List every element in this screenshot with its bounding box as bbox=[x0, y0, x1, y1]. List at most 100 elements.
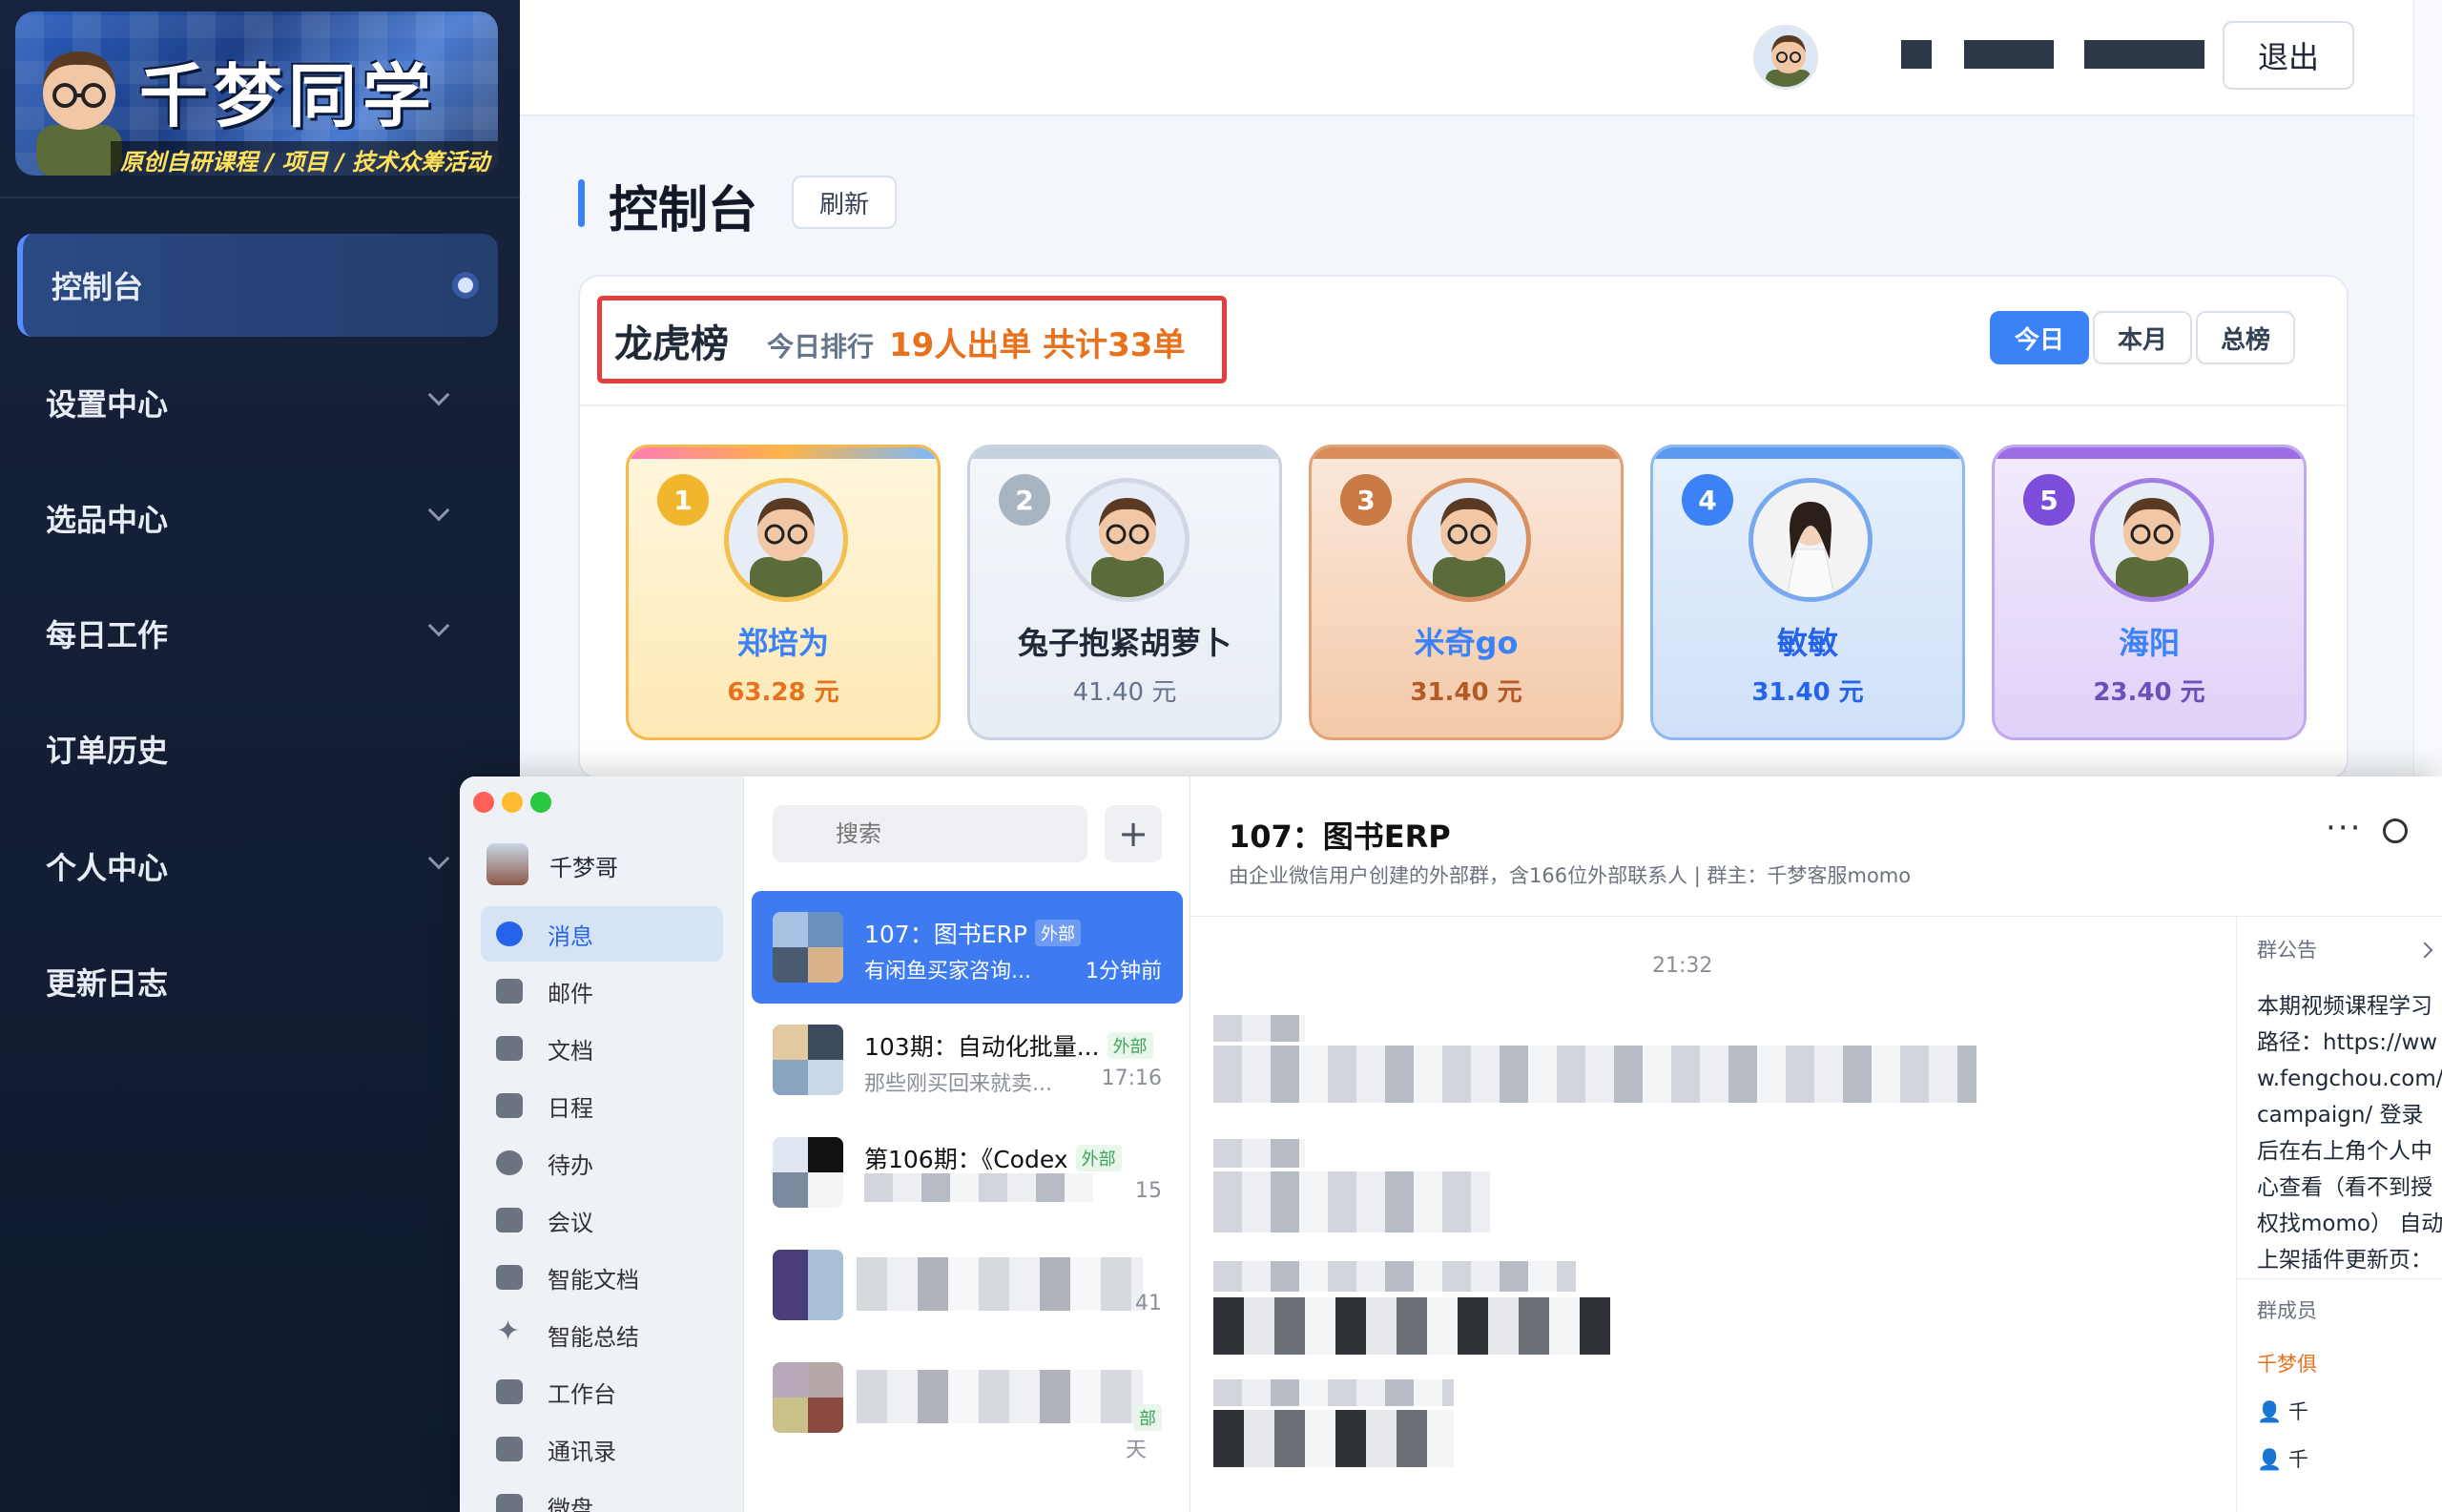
conversation-item[interactable]: 103期：自动化批量... 外部 那些刚买回来就卖... 17:16 bbox=[752, 1004, 1183, 1116]
menu-label: 智能总结 bbox=[548, 1323, 639, 1351]
rank-card-1[interactable]: 1 郑培为 63.28 元 bbox=[626, 445, 941, 740]
more-options-icon[interactable]: ··· bbox=[2326, 809, 2362, 847]
chat-panel: 107：图书ERP 由企业微信用户创建的外部群，含166位外部联系人 | 群主：… bbox=[1190, 777, 2442, 1512]
redacted-username bbox=[1901, 40, 1932, 69]
rank-amount: 31.40 元 bbox=[1410, 678, 1522, 707]
sidebar: 千梦同学 原创自研课程 / 项目 / 技术众筹活动 控制台 设置中心 选品中心 … bbox=[0, 0, 520, 1512]
menu-smart-summary[interactable]: ✦ 智能总结 bbox=[481, 1307, 723, 1362]
tab-today[interactable]: 今日 bbox=[1990, 311, 2090, 364]
person-icon: 👤 bbox=[2257, 1400, 2283, 1423]
chevron-down-icon bbox=[427, 499, 450, 522]
menu-label: 消息 bbox=[548, 922, 593, 950]
rank-amount: 23.40 元 bbox=[2093, 678, 2205, 707]
minimize-window-icon[interactable] bbox=[502, 792, 523, 813]
leaderboard-panel: 龙虎榜 今日排行 19人出单 共计33单 今日 本月 总榜 1 郑培为 63.2… bbox=[578, 275, 2349, 780]
rank-card-5[interactable]: 5 海阳 23.40 元 bbox=[1992, 445, 2307, 740]
menu-workbench[interactable]: 工作台 bbox=[481, 1364, 723, 1419]
logout-button[interactable]: 退出 bbox=[2223, 21, 2354, 90]
menu-contacts[interactable]: 通讯录 bbox=[481, 1421, 723, 1477]
check-circle-icon bbox=[496, 1150, 523, 1175]
redacted-avatar bbox=[1213, 1139, 1305, 1168]
rank-amount: 41.40 元 bbox=[1072, 678, 1177, 707]
menu-meeting[interactable]: 会议 bbox=[481, 1192, 723, 1248]
menu-drive[interactable]: 微盘 bbox=[481, 1479, 723, 1512]
maximize-window-icon[interactable] bbox=[530, 792, 551, 813]
external-tag: 外部 bbox=[1034, 920, 1081, 946]
chevron-down-icon bbox=[427, 614, 450, 637]
avatar bbox=[1066, 478, 1190, 602]
member-name[interactable]: 千梦俱 bbox=[2257, 1349, 2317, 1377]
close-window-icon[interactable] bbox=[473, 792, 494, 813]
grid-icon bbox=[496, 1379, 523, 1404]
menu-label: 邮件 bbox=[548, 980, 593, 1007]
sidebar-item-label: 更新日志 bbox=[46, 965, 169, 1002]
avatar bbox=[2090, 478, 2214, 602]
menu-label: 待办 bbox=[548, 1151, 593, 1179]
add-button[interactable]: + bbox=[1105, 805, 1162, 862]
menu-calendar[interactable]: 日程 bbox=[481, 1078, 723, 1133]
card-strip bbox=[1312, 447, 1621, 459]
chat-description: 由企业微信用户创建的外部群，含166位外部联系人 | 群主：千梦客服momo bbox=[1229, 864, 1912, 887]
sidebar-item-label: 个人中心 bbox=[46, 850, 169, 886]
avatar bbox=[1407, 478, 1531, 602]
rank-card-3[interactable]: 3 米奇go 31.40 元 bbox=[1309, 445, 1624, 740]
members-label: 群成员 bbox=[2257, 1299, 2317, 1322]
tab-this-month[interactable]: 本月 bbox=[2093, 311, 2193, 364]
redacted-content bbox=[857, 1370, 1143, 1423]
card-strip bbox=[1995, 447, 2304, 459]
sidebar-item-product-selection[interactable]: 选品中心 bbox=[17, 466, 498, 570]
conversation-time: 41 bbox=[1135, 1292, 1162, 1315]
external-tag: 外部 bbox=[1107, 1032, 1153, 1059]
group-avatar bbox=[773, 1250, 843, 1320]
redacted-message bbox=[1213, 1261, 1576, 1292]
member-name[interactable]: 👤 千 bbox=[2257, 1397, 2308, 1425]
sidebar-item-label: 订单历史 bbox=[46, 733, 169, 769]
sidebar-item-daily-work[interactable]: 每日工作 bbox=[17, 582, 498, 685]
sidebar-item-changelog[interactable]: 更新日志 bbox=[17, 930, 498, 1033]
sidebar-item-order-history[interactable]: 订单历史 bbox=[17, 697, 498, 800]
document-icon bbox=[496, 1036, 523, 1061]
refresh-button[interactable]: 刷新 bbox=[792, 176, 897, 229]
menu-messages[interactable]: 消息 bbox=[481, 906, 723, 962]
wecom-user-avatar[interactable] bbox=[486, 843, 528, 885]
conversation-time: 17:16 bbox=[1101, 1067, 1162, 1090]
conversation-item[interactable]: 107：图书ERP 外部 有闲鱼买家咨询... 1分钟前 bbox=[752, 891, 1183, 1004]
brand-logo[interactable]: 千梦同学 原创自研课程 / 项目 / 技术众筹活动 bbox=[15, 11, 498, 176]
period-tabs: 今日 本月 总榜 bbox=[1990, 311, 2296, 364]
rank-badge: 1 bbox=[657, 474, 709, 526]
sidebar-item-settings[interactable]: 设置中心 bbox=[17, 351, 498, 454]
redacted-preview bbox=[864, 1173, 1093, 1202]
menu-smart-docs[interactable]: 智能文档 bbox=[481, 1250, 723, 1305]
chat-bubble-icon bbox=[496, 922, 523, 946]
leaderboard-subtitle: 今日排行 bbox=[767, 331, 875, 362]
add-member-icon[interactable] bbox=[2383, 818, 2408, 843]
chevron-down-icon bbox=[427, 383, 450, 406]
conversation-item[interactable]: 41 bbox=[752, 1229, 1183, 1341]
tab-all-time[interactable]: 总榜 bbox=[2196, 311, 2296, 364]
rank-name: 米奇go bbox=[1414, 625, 1519, 661]
member-name[interactable]: 👤 千 bbox=[2257, 1444, 2308, 1473]
page-title-accent bbox=[578, 179, 585, 227]
sidebar-item-profile[interactable]: 个人中心 bbox=[17, 815, 498, 918]
conversation-item[interactable]: 第106期：《Codex 外部 15 bbox=[752, 1116, 1183, 1229]
message-timestamp: 21:32 bbox=[1652, 954, 1713, 978]
rank-card-4[interactable]: 4 敏敏 31.40 元 bbox=[1650, 445, 1965, 740]
search-input[interactable] bbox=[773, 805, 1087, 862]
conversation-preview: 那些刚买回来就卖... bbox=[864, 1072, 1052, 1096]
redacted-username bbox=[1964, 40, 2054, 69]
conversation-title: 103期：自动化批量... 外部 bbox=[864, 1028, 1153, 1063]
menu-todo[interactable]: 待办 bbox=[481, 1135, 723, 1191]
sidebar-item-label: 每日工作 bbox=[46, 617, 169, 653]
avatar bbox=[1749, 478, 1873, 602]
user-avatar[interactable] bbox=[1753, 25, 1818, 90]
menu-label: 会议 bbox=[548, 1209, 593, 1236]
divider bbox=[2236, 1278, 2442, 1279]
rank-badge: 3 bbox=[1340, 474, 1392, 526]
sidebar-item-dashboard[interactable]: 控制台 bbox=[17, 234, 498, 337]
rank-card-2[interactable]: 2 兔子抱紧胡萝卜 41.40 元 bbox=[967, 445, 1282, 740]
menu-docs[interactable]: 文档 bbox=[481, 1021, 723, 1076]
rank-name: 兔子抱紧胡萝卜 bbox=[1017, 625, 1231, 661]
conversation-time: 15 bbox=[1135, 1179, 1162, 1203]
conversation-item[interactable]: 部天 bbox=[752, 1341, 1183, 1462]
menu-mail[interactable]: 邮件 bbox=[481, 963, 723, 1019]
